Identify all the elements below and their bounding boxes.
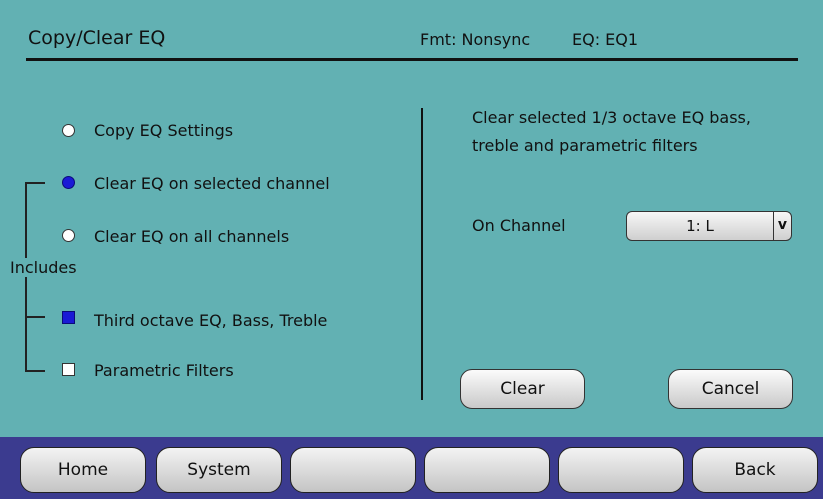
system-button[interactable]: System bbox=[156, 447, 282, 493]
nav-button-4[interactable] bbox=[424, 447, 550, 493]
third-octave-checkbox[interactable] bbox=[62, 311, 75, 324]
third-octave-label[interactable]: Third octave EQ, Bass, Treble bbox=[94, 311, 327, 330]
clear-selected-radio[interactable] bbox=[62, 176, 75, 189]
bottom-nav-bar: Home System Back bbox=[0, 437, 823, 499]
includes-label: Includes bbox=[10, 258, 77, 277]
clear-all-label[interactable]: Clear EQ on all channels bbox=[94, 227, 289, 246]
action-description: Clear selected 1/3 octave EQ bass, trebl… bbox=[472, 108, 751, 155]
parametric-filters-label[interactable]: Parametric Filters bbox=[94, 361, 234, 380]
tree-branch bbox=[25, 182, 45, 184]
home-button[interactable]: Home bbox=[20, 447, 146, 493]
format-status: Fmt: Nonsync bbox=[420, 30, 531, 49]
channel-label: On Channel bbox=[472, 216, 566, 235]
includes-tree-line bbox=[25, 182, 27, 372]
eq-status: EQ: EQ1 bbox=[572, 30, 639, 49]
clear-selected-label[interactable]: Clear EQ on selected channel bbox=[94, 174, 330, 193]
channel-value: 1: L bbox=[686, 217, 714, 235]
back-button[interactable]: Back bbox=[692, 447, 818, 493]
tree-branch bbox=[25, 370, 45, 372]
copy-eq-radio[interactable] bbox=[62, 124, 75, 137]
channel-select[interactable]: 1: L v bbox=[626, 211, 792, 241]
clear-button[interactable]: Clear bbox=[460, 369, 585, 409]
clear-all-radio[interactable] bbox=[62, 229, 75, 242]
nav-button-5[interactable] bbox=[558, 447, 684, 493]
page-title: Copy/Clear EQ bbox=[28, 27, 166, 49]
nav-button-3[interactable] bbox=[290, 447, 416, 493]
tree-branch bbox=[25, 316, 45, 318]
panel-divider bbox=[421, 108, 423, 400]
chevron-down-icon[interactable]: v bbox=[773, 212, 791, 240]
cancel-button[interactable]: Cancel bbox=[668, 369, 793, 409]
header-divider bbox=[26, 58, 798, 61]
copy-eq-label[interactable]: Copy EQ Settings bbox=[94, 121, 233, 140]
parametric-filters-checkbox[interactable] bbox=[62, 363, 75, 376]
